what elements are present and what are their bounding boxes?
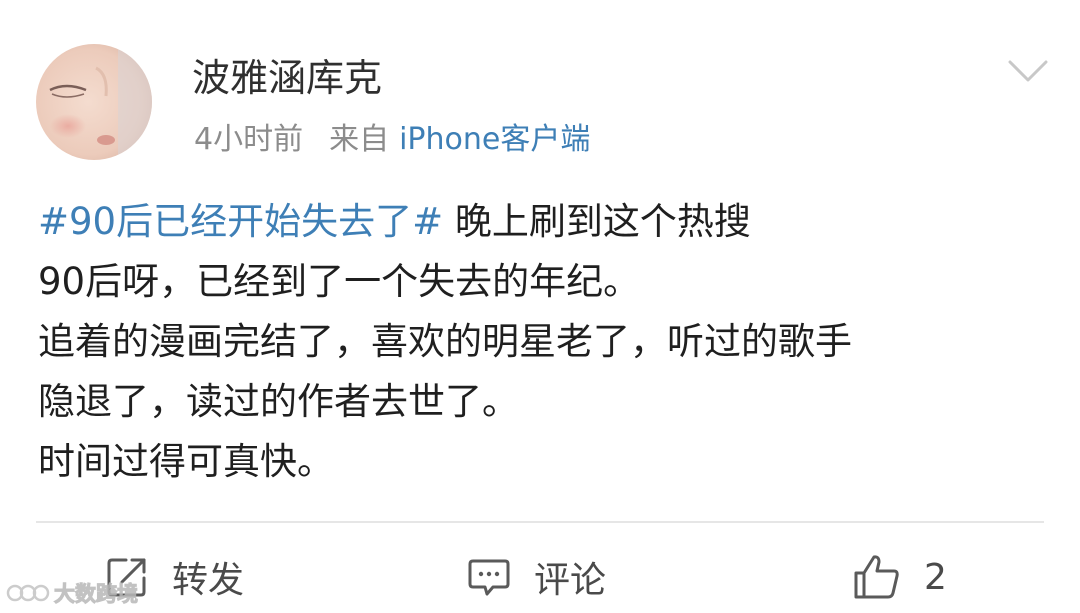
watermark-logo-icon — [6, 584, 50, 602]
hashtag-link[interactable]: #90后已经开始失去了# — [38, 200, 443, 243]
content-line-3: 追着的漫画完结了，喜欢的明星老了，听过的歌手 — [38, 320, 852, 363]
repost-label: 转发 — [172, 560, 245, 601]
author-name[interactable]: 波雅涵库克 — [192, 52, 382, 104]
post-meta: 4小时前 来自 iPhone客户端 — [194, 116, 590, 164]
avatar[interactable] — [36, 44, 152, 160]
divider — [36, 521, 1044, 523]
comment-icon — [468, 559, 510, 596]
content-line-5: 时间过得可真快。 — [38, 440, 334, 483]
content-line-1: #90后已经开始失去了# 晚上刷到这个热搜 — [38, 192, 1048, 252]
thumbs-up-icon — [854, 555, 899, 599]
content-line-2: 90后呀，已经到了一个失去的年纪。 — [38, 260, 641, 303]
weibo-post-card: 波雅涵库克 4小时前 来自 iPhone客户端 #90后已经开始失去了# 晚上刷到这… — [0, 0, 1080, 613]
content-line-4: 隐退了，读过的作者去世了。 — [38, 380, 519, 423]
watermark: 大数跨境 — [6, 578, 139, 608]
source-label: 来自 — [329, 122, 390, 157]
avatar-image — [36, 44, 152, 160]
post-content: #90后已经开始失去了# 晚上刷到这个热搜 90后呀，已经到了一个失去的年纪。 … — [38, 192, 1048, 492]
comment-label: 评论 — [534, 560, 607, 601]
watermark-text: 大数跨境 — [54, 582, 139, 607]
content-text: 晚上刷到这个热搜 — [443, 200, 751, 243]
post-time: 4小时前 — [194, 122, 304, 157]
like-button[interactable]: 2 — [852, 546, 947, 608]
chevron-down-icon[interactable] — [1004, 54, 1052, 90]
comment-button[interactable]: 评论 — [466, 546, 606, 608]
like-count: 2 — [924, 556, 947, 598]
source-client-link[interactable]: iPhone客户端 — [399, 122, 590, 157]
